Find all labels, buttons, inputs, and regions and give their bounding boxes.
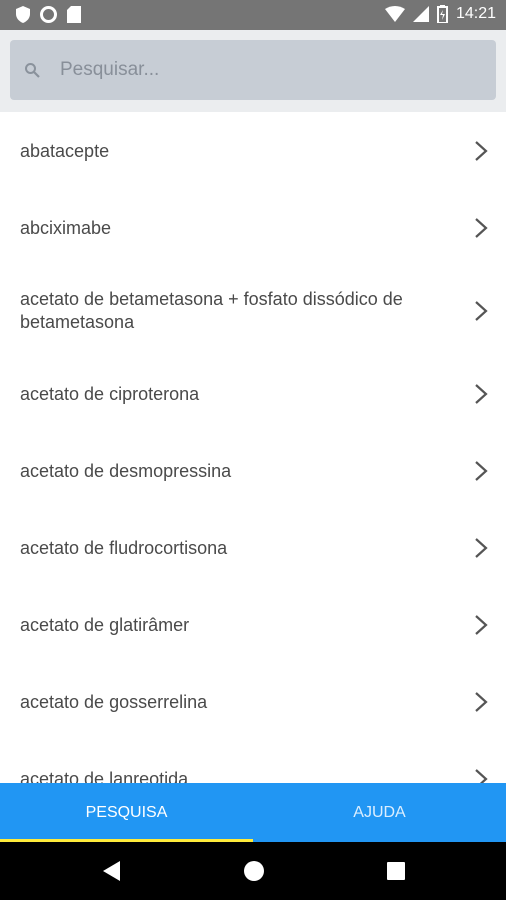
list-item-label: acetato de ciproterona [20,384,200,404]
list-item-label: abciximabe [20,218,112,238]
list-item[interactable]: acetato de glatirâmer [0,586,506,663]
list-item[interactable]: acetato de ciproterona [0,355,506,432]
back-icon[interactable] [100,859,122,883]
sd-card-icon [67,6,81,23]
status-bar: 14:21 [0,0,506,30]
bottom-tab-bar: PESQUISA AJUDA [0,783,506,842]
recents-icon[interactable] [386,861,406,881]
tab-label: PESQUISA [85,803,168,821]
list-item-label: abatacepte [20,141,110,161]
list-item[interactable]: acetato de desmopressina [0,432,506,509]
list-item-label: acetato de glatirâmer [20,615,190,635]
shield-icon [16,6,30,23]
search-box[interactable] [10,40,496,100]
list-item-label: acetato de lanreotida [20,769,189,783]
chevron-right-icon [475,769,488,783]
list-item[interactable]: acetato de betametasona + fosfato dissód… [0,266,506,355]
list-item-label: acetato de betametasona + fosfato dissód… [20,289,403,332]
list-item[interactable]: abciximabe [0,190,506,266]
system-nav-bar [0,842,506,900]
chevron-right-icon [475,301,488,321]
chevron-right-icon [475,692,488,712]
search-icon [25,63,40,78]
wifi-icon [384,6,405,22]
tab-pesquisa[interactable]: PESQUISA [0,783,253,842]
chevron-right-icon [475,538,488,558]
chevron-right-icon [475,461,488,481]
list-item-label: acetato de gosserrelina [20,692,208,712]
tab-label: AJUDA [353,803,406,821]
list-item[interactable]: acetato de lanreotida [0,740,506,783]
list-item[interactable]: acetato de fludrocortisona [0,509,506,586]
list-item[interactable]: acetato de gosserrelina [0,663,506,740]
battery-icon [436,5,448,23]
circle-icon [40,6,57,23]
chevron-right-icon [475,384,488,404]
search-input[interactable] [58,49,462,91]
list-item-label: acetato de fludrocortisona [20,538,228,558]
results-list[interactable]: abatacepte abciximabe acetato de betamet… [0,112,506,783]
home-icon[interactable] [242,859,266,883]
chevron-right-icon [475,615,488,635]
status-time: 14:21 [455,5,496,22]
chevron-right-icon [475,218,488,238]
tab-ajuda[interactable]: AJUDA [253,783,506,842]
list-item[interactable]: abatacepte [0,112,506,190]
signal-icon [412,6,429,22]
search-area [0,30,506,112]
chevron-right-icon [475,141,488,161]
list-item-label: acetato de desmopressina [20,461,232,481]
